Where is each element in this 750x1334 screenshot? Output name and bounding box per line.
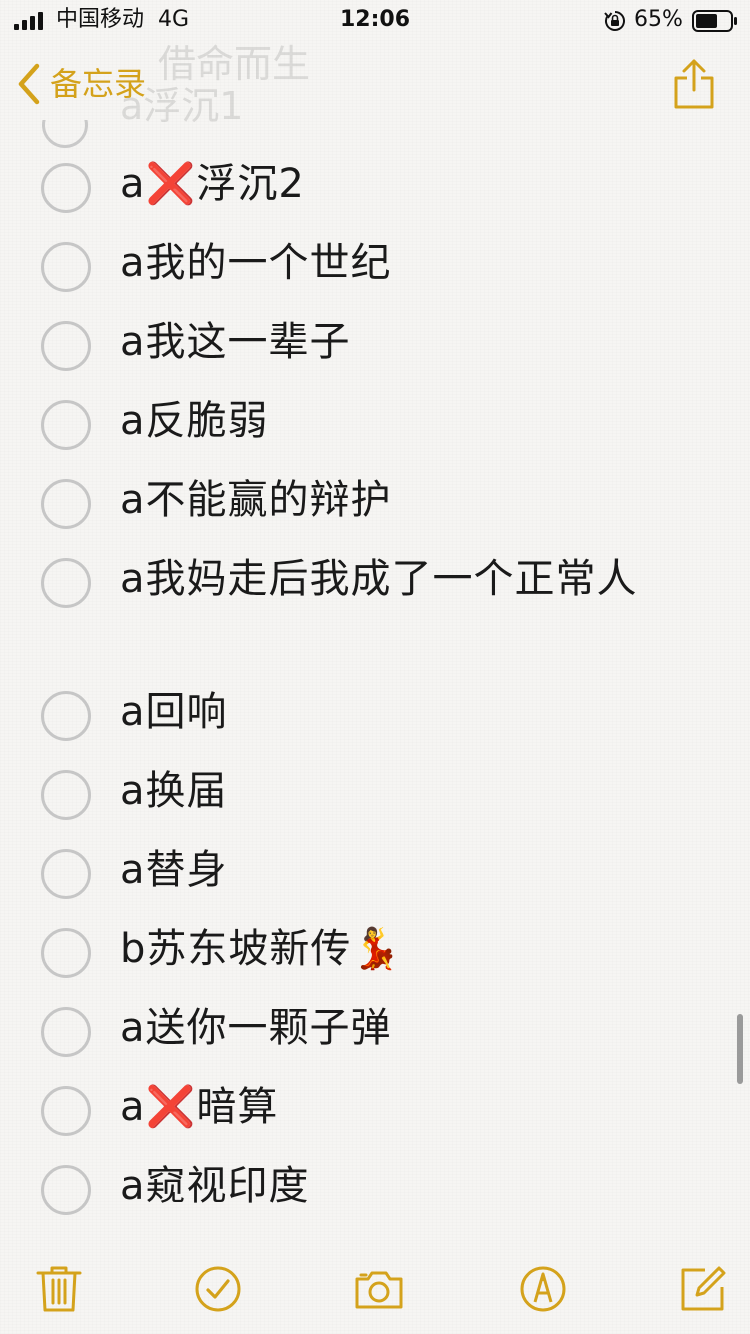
checkbox-circle[interactable] [41,242,91,292]
trash-icon[interactable] [34,1264,84,1314]
checkbox-circle[interactable] [41,1086,91,1136]
checklist-item-text[interactable]: a我妈走后我成了一个正常人 [120,551,680,607]
checkbox-circle[interactable] [41,1007,91,1057]
checkbox-circle[interactable] [41,479,91,529]
checkbox-circle[interactable] [41,770,91,820]
share-icon[interactable] [672,58,716,110]
status-bar: 中国移动 4G 12:06 65% [0,0,750,40]
camera-icon[interactable] [354,1264,404,1314]
checkbox-circle[interactable] [41,163,91,213]
checklist-item-text[interactable]: a换届 [120,763,680,819]
checklist-icon[interactable] [193,1264,243,1314]
scroll-indicator[interactable] [737,1014,743,1084]
markup-pen-icon[interactable] [518,1264,568,1314]
checkbox-circle[interactable] [41,849,91,899]
orientation-lock-icon [604,11,625,31]
battery-icon [692,10,737,32]
checklist-item-text[interactable]: a不能赢的辩护 [120,472,680,528]
checklist-item-text[interactable]: a我这一辈子 [120,314,680,370]
checklist-item-text[interactable]: a送你一颗子弹 [120,1000,680,1056]
checkbox-circle[interactable] [41,558,91,608]
battery-percent: 65% [634,7,683,32]
checkbox-circle[interactable] [41,321,91,371]
checkbox-circle[interactable] [41,928,91,978]
chevron-left-icon [18,63,40,105]
back-button-label: 备忘录 [50,65,147,103]
checklist: a❌浮沉2 a我的一个世纪 a我这一辈子 a反脆弱 a不能赢的辩护 a我妈走后我… [0,120,750,1228]
checkbox-circle[interactable] [41,691,91,741]
checklist-item-text[interactable]: b苏东坡新传💃 [120,921,680,977]
bottom-toolbar [0,1240,750,1334]
checklist-item-text[interactable]: a❌浮沉2 [120,156,680,212]
compose-icon[interactable] [678,1264,728,1314]
checklist-item-text[interactable]: a反脆弱 [120,393,680,449]
note-title-scrolled: 借命而生 [158,42,311,86]
checklist-item-text[interactable]: a窥视印度 [120,1158,680,1214]
checklist-item-text[interactable]: a回响 [120,684,680,740]
checklist-item-text[interactable]: a❌暗算 [120,1079,680,1135]
checkbox-circle[interactable] [41,400,91,450]
checklist-item-text[interactable]: a我的一个世纪 [120,235,680,291]
navigation-bar: 借命而生 a浮沉1 备忘录 [0,40,750,128]
checkbox-circle[interactable] [41,1165,91,1215]
back-button[interactable]: 备忘录 [16,60,146,108]
checklist-item-text[interactable]: a替身 [120,842,680,898]
